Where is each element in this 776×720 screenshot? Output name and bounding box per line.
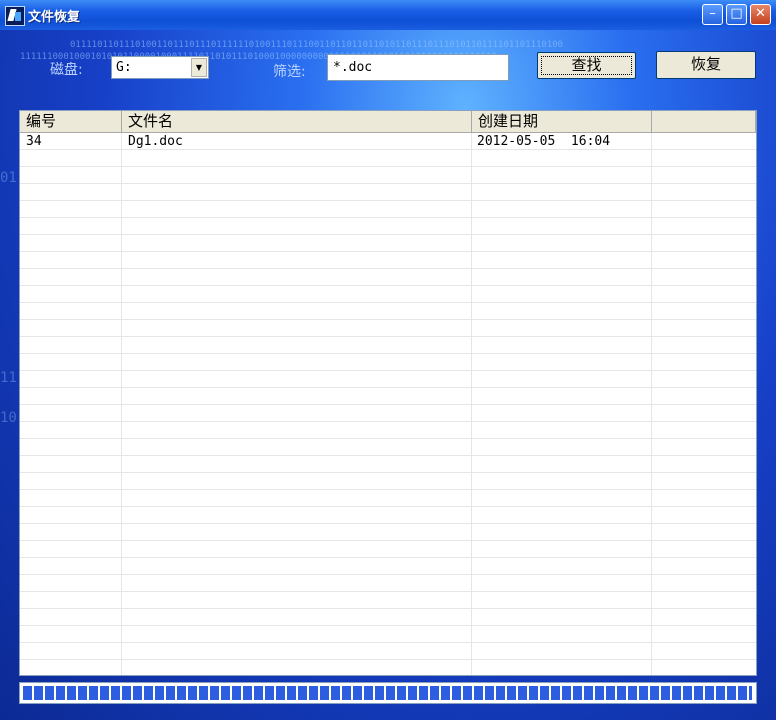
disk-select-value: G:	[116, 60, 132, 75]
column-header-empty[interactable]	[652, 111, 756, 132]
progress-fill	[23, 686, 752, 700]
close-button[interactable]: ✕	[750, 4, 771, 25]
column-header-id[interactable]: 编号	[20, 111, 122, 132]
search-button[interactable]: 查找	[537, 52, 636, 79]
list-grid	[20, 133, 756, 673]
file-recovery-window: 0111101101110100110111011101111110100111…	[0, 0, 776, 720]
filter-input[interactable]	[327, 54, 509, 81]
app-icon	[5, 6, 25, 26]
progress-bar	[19, 682, 757, 704]
filter-label: 筛选:	[273, 64, 306, 80]
table-row[interactable]: 34 Dg1.doc 2012-05-05 16:04	[20, 133, 756, 150]
maximize-button[interactable]: □	[726, 4, 747, 25]
window-title: 文件恢复	[28, 10, 81, 25]
cell-id: 34	[26, 134, 42, 149]
chevron-down-icon[interactable]: ▼	[191, 58, 207, 77]
file-list[interactable]: 编号 文件名 创建日期 34 Dg1.doc 2012-05-05 16:04	[19, 110, 757, 676]
column-divider	[651, 133, 652, 675]
list-header: 编号 文件名 创建日期	[20, 111, 756, 133]
disk-select[interactable]: G: ▼	[111, 56, 209, 79]
column-divider	[121, 133, 122, 675]
column-header-created-date[interactable]: 创建日期	[472, 111, 652, 132]
column-header-filename[interactable]: 文件名	[122, 111, 472, 132]
minimize-button[interactable]: –	[702, 4, 723, 25]
cell-filename: Dg1.doc	[128, 134, 183, 149]
title-bar[interactable]: 文件恢复 – □ ✕	[0, 0, 776, 30]
disk-label: 磁盘:	[50, 62, 83, 78]
cell-created-date: 2012-05-05 16:04	[477, 134, 611, 149]
recover-button[interactable]: 恢复	[656, 51, 756, 79]
column-divider	[471, 133, 472, 675]
